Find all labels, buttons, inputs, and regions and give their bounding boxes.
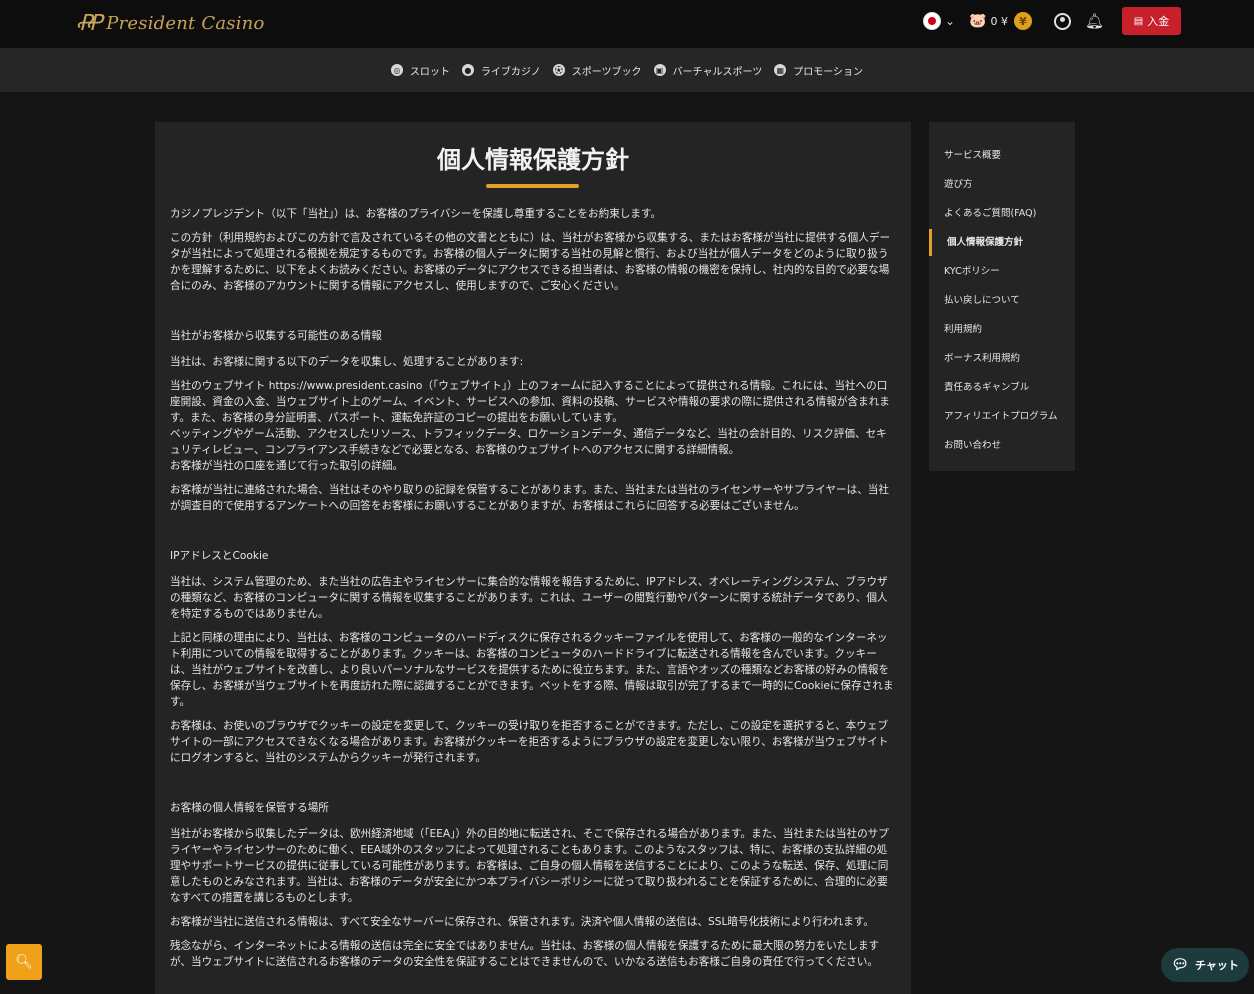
nav-label: スロット <box>409 66 450 78</box>
nav-item-virtual-sports[interactable]: ▣ バーチャルスポーツ <box>653 63 763 78</box>
sportsbook-icon: ⚽︎ <box>552 64 565 76</box>
nav-label: バーチャルスポーツ <box>672 66 763 78</box>
user-account-icon[interactable] <box>1053 12 1071 30</box>
top-header: ꝒꝒ President Casino ⌄ 🐷 0 ¥ ¥ 🔔︎ ▤ 入金 <box>0 0 1254 48</box>
page-title: 個人情報保護方針 <box>437 146 629 174</box>
title-underline <box>486 184 579 188</box>
search-button[interactable]: 🔍︎ <box>6 944 42 980</box>
virtual-sports-icon: ▣ <box>653 64 666 76</box>
nav-label: プロモーション <box>793 66 864 78</box>
sidebar-item-affiliate[interactable]: アフィリエイトプログラム <box>929 400 1075 429</box>
site-logo[interactable]: ꝒꝒ President Casino <box>76 8 265 38</box>
paragraph-line: 当社のウェブサイト https://www.president.casino（「… <box>170 380 890 424</box>
chat-label: チャット <box>1194 959 1239 972</box>
paragraph: お客様が当社に連絡された場合、当社はそのやり取りの記録を保管することがあります。… <box>170 484 889 512</box>
privacy-policy-article: 個人情報保護方針 カジノプレジデント（以下「当社」）は、お客様のプライバシーを保… <box>155 122 911 994</box>
main-nav: ◎ スロット ● ライブカジノ ⚽︎ スポーツブック ▣ バーチャルスポーツ ▦… <box>0 48 1254 92</box>
section-heading: お客様の個人情報を保管する場所 <box>170 802 329 814</box>
paragraph: 当社のウェブサイト https://www.president.casino（「… <box>170 378 894 474</box>
piggy-bank-icon: 🐷 <box>969 13 987 29</box>
sidebar-item-service-overview[interactable]: サービス概要 <box>929 139 1075 168</box>
paragraph: お客様は、お使いのブラウザでクッキーの設定を変更して、クッキーの受け取りを拒否す… <box>170 720 889 764</box>
article-body: カジノプレジデント（以下「当社」）は、お客様のプライバシーを保護し尊重することを… <box>170 206 894 978</box>
nav-label: ライブカジノ <box>480 66 541 78</box>
paragraph-line: お客様が当社の口座を通じて行った取引の詳細。 <box>170 460 404 472</box>
paragraph-line: ベッティングやゲーム活動、アクセスしたリソース、トラフィックデータ、ロケーション… <box>170 428 887 456</box>
live-casino-icon: ● <box>461 64 474 76</box>
nav-item-live-casino[interactable]: ● ライブカジノ <box>461 63 541 78</box>
paragraph: この方針（利用規約およびこの方針で言及されているその他の文書とともに）は、当社が… <box>170 232 891 292</box>
logo-mark: ꝒꝒ <box>76 10 102 36</box>
sidebar-item-refunds[interactable]: 払い戻しについて <box>929 284 1075 313</box>
cash-icon: ▤ <box>1133 15 1144 27</box>
paragraph: 上記と同様の理由により、当社は、お客様のコンピュータのハードディスクに保存される… <box>170 632 894 708</box>
sidebar-item-responsible-gambling[interactable]: 責任あるギャンブル <box>929 371 1075 400</box>
section-heading: 当社がお客様から収集する可能性のある情報 <box>170 330 382 342</box>
paragraph: 残念ながら、インターネットによる情報の送信は完全に安全ではありません。当社は、お… <box>170 940 880 968</box>
sidebar-item-faq[interactable]: よくあるご質問(FAQ) <box>929 197 1075 226</box>
bell-icon[interactable]: 🔔︎ <box>1085 13 1104 29</box>
nav-label: スポーツブック <box>571 66 642 78</box>
sidebar-item-kyc-policy[interactable]: KYCポリシー <box>929 255 1075 284</box>
slot-icon: ◎ <box>390 64 403 76</box>
sidebar-item-contact[interactable]: お問い合わせ <box>929 429 1075 458</box>
section-heading: IPアドレスとCookie <box>170 550 269 562</box>
logo-text: President Casino <box>106 12 265 34</box>
coin-icon[interactable]: ¥ <box>1013 12 1032 30</box>
paragraph: お客様が当社に送信される情報は、すべて安全なサーバーに保存され、保管されます。決… <box>170 916 874 928</box>
promotion-icon: ▦ <box>774 64 787 76</box>
paragraph: カジノプレジデント（以下「当社」）は、お客様のプライバシーを保護し尊重することを… <box>170 208 662 220</box>
balance-amount: 0 ¥ <box>990 14 1008 28</box>
sidebar-item-privacy-policy[interactable]: 個人情報保護方針 <box>929 226 1075 256</box>
sidebar-item-bonus-terms[interactable]: ボーナス利用規約 <box>929 342 1075 371</box>
nav-item-slots[interactable]: ◎ スロット <box>390 63 450 78</box>
info-sidebar: サービス概要 遊び方 よくあるご質問(FAQ) 個人情報保護方針 KYCポリシー… <box>929 122 1075 471</box>
nav-item-promotions[interactable]: ▦ プロモーション <box>774 63 863 78</box>
search-icon: 🔍︎ <box>15 954 33 970</box>
chat-bubble-icon: 💬︎ <box>1171 957 1189 973</box>
chat-button[interactable]: 💬︎ チャット <box>1161 948 1249 982</box>
deposit-button[interactable]: ▤ 入金 <box>1122 7 1181 35</box>
sidebar-item-how-to-play[interactable]: 遊び方 <box>929 168 1075 197</box>
nav-item-sportsbook[interactable]: ⚽︎ スポーツブック <box>552 63 642 78</box>
sidebar-item-terms[interactable]: 利用規約 <box>929 313 1075 342</box>
paragraph: 当社は、お客様に関する以下のデータを収集し、処理することがあります: <box>170 356 524 368</box>
paragraph: 当社がお客様から収集したデータは、欧州経済地域（「EEA」）外の目的地に転送され… <box>170 828 889 904</box>
deposit-label: 入金 <box>1147 15 1170 28</box>
chevron-down-icon[interactable]: ⌄ <box>945 14 955 28</box>
paragraph: 当社は、システム管理のため、また当社の広告主やライセンサーに集合的な情報を報告す… <box>170 576 888 620</box>
header-actions: ⌄ 🐷 0 ¥ ¥ 🔔︎ ▤ 入金 <box>922 7 1181 35</box>
japan-flag-icon[interactable] <box>922 12 941 30</box>
